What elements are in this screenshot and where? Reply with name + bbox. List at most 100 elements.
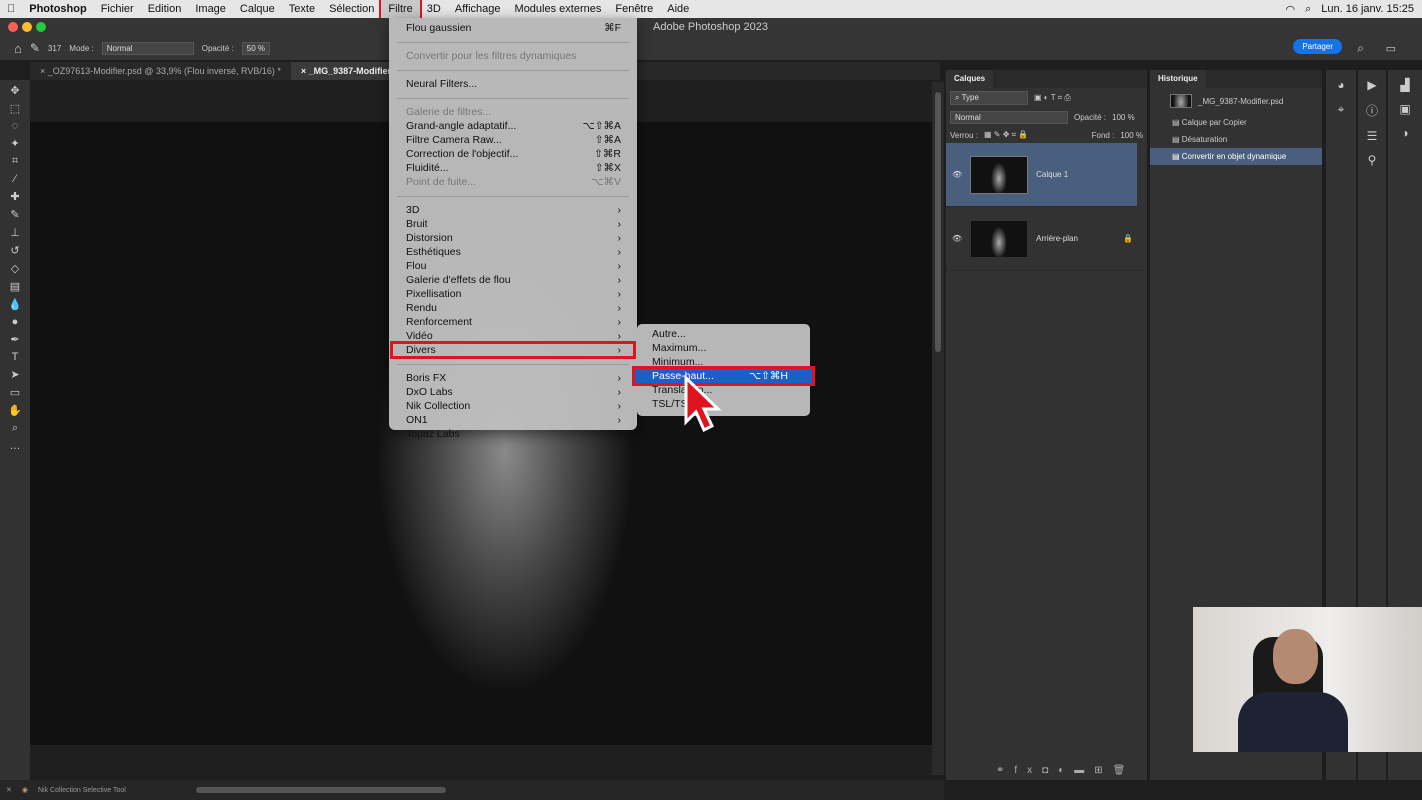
blur-tool-icon[interactable]: 💧 xyxy=(8,298,22,311)
path-select-tool-icon[interactable]: ➤ xyxy=(10,368,19,381)
gradient-tool-icon[interactable]: ▤ xyxy=(10,280,20,293)
layer-opacity[interactable]: 100 % xyxy=(1112,113,1135,122)
workspace-icon[interactable]: ▭ xyxy=(1386,42,1396,55)
menu-affichage[interactable]: Affichage xyxy=(448,0,508,18)
opacity-input[interactable]: 50 % xyxy=(241,41,270,55)
close-icon[interactable]: ✕ xyxy=(6,786,12,794)
submenu-item[interactable]: Autre... xyxy=(637,327,810,341)
dodge-tool-icon[interactable]: ● xyxy=(12,316,19,328)
wifi-icon[interactable]: ◠ xyxy=(1285,3,1295,16)
hand-tool-icon[interactable]: ✋ xyxy=(8,404,22,417)
filter-menu-item[interactable]: Galerie d'effets de flou › xyxy=(389,273,637,287)
filter-menu-item[interactable]: Esthétiques › xyxy=(389,245,637,259)
snapshot-name[interactable]: _MG_9387-Modifier.psd xyxy=(1198,97,1283,106)
layers-tab[interactable]: Calques xyxy=(946,70,994,88)
paths-icon[interactable]: ⌖ xyxy=(1338,102,1345,117)
history-step[interactable]: ▤ Désaturation xyxy=(1150,131,1322,148)
actions-play-icon[interactable]: ▶ xyxy=(1367,78,1376,92)
brush-size[interactable]: 317 xyxy=(48,44,61,53)
filter-menu-item[interactable]: Bruit › xyxy=(389,217,637,231)
histogram-icon[interactable]: ▟ xyxy=(1400,78,1409,92)
layer-row[interactable]: 👁 Arrière-plan 🔒 xyxy=(946,207,1147,271)
zoom-window-button[interactable] xyxy=(36,22,46,32)
menu-texte[interactable]: Texte xyxy=(282,0,322,18)
menu-s-lection[interactable]: Sélection xyxy=(322,0,381,18)
filter-menu-item[interactable]: Renforcement › xyxy=(389,315,637,329)
vertical-scrollbar[interactable] xyxy=(932,82,944,775)
eraser-tool-icon[interactable]: ◇ xyxy=(11,262,19,275)
zoom-tool-icon[interactable]: ⌕ xyxy=(12,422,18,435)
type-tool-icon[interactable]: T xyxy=(12,351,19,363)
properties-icon[interactable]: ⚲ xyxy=(1368,153,1377,167)
marquee-tool-icon[interactable]: ⬚ xyxy=(10,102,20,115)
tab-document-2[interactable]: × _MG_9387-Modifier xyxy=(290,62,402,80)
filter-menu-item[interactable]: Divers › xyxy=(390,341,636,359)
filter-menu-item[interactable]: Flou › xyxy=(389,259,637,273)
minimize-window-button[interactable] xyxy=(22,22,32,32)
info-icon[interactable]: ⓘ xyxy=(1366,102,1378,119)
clock[interactable]: Lun. 16 janv. 15:25 xyxy=(1321,3,1414,15)
close-window-button[interactable] xyxy=(8,22,18,32)
mode-select[interactable]: Normal xyxy=(101,41,194,55)
submenu-item[interactable]: Translation... xyxy=(637,383,810,397)
eye-icon[interactable]: 👁 xyxy=(952,234,962,243)
filter-menu-item[interactable]: Flou gaussien ⌘F xyxy=(389,21,637,35)
share-button[interactable]: Partager xyxy=(1293,39,1342,54)
horizontal-scrollbar[interactable] xyxy=(195,787,446,793)
submenu-item[interactable]: Passe-haut... ⌥⇧⌘H xyxy=(632,366,815,386)
layer-fill[interactable]: 100 % xyxy=(1120,131,1143,140)
filter-menu-item[interactable]: Rendu › xyxy=(389,301,637,315)
color-icon[interactable]: ◕ xyxy=(1337,78,1344,92)
menu-filtre[interactable]: Filtre xyxy=(379,0,422,20)
filter-menu-item[interactable]: ON1 › xyxy=(389,413,637,427)
brush-tool-icon[interactable]: ✎ xyxy=(10,208,19,221)
home-icon[interactable]: ⌂ xyxy=(14,41,22,56)
menu-modules-externes[interactable]: Modules externes xyxy=(508,0,609,18)
stamp-tool-icon[interactable]: ⊥ xyxy=(10,226,20,239)
filter-menu-item[interactable]: Distorsion › xyxy=(389,231,637,245)
apple-icon[interactable]:  xyxy=(0,0,22,18)
filter-menu-item[interactable]: Correction de l'objectif... ⇧⌘R xyxy=(389,147,637,161)
submenu-item[interactable]: Maximum... xyxy=(637,341,810,355)
crop-tool-icon[interactable]: ⌗ xyxy=(12,155,18,168)
brush-icon[interactable]: ✎ xyxy=(30,41,40,55)
menu-3d[interactable]: 3D xyxy=(420,0,448,18)
menu-app[interactable]: Photoshop xyxy=(22,0,93,18)
move-tool-icon[interactable]: ✥ xyxy=(10,84,19,97)
layer-row[interactable]: 👁 Calque 1 xyxy=(946,143,1137,207)
filter-icons[interactable]: ▣ ◐ T ⌗ ⎙ xyxy=(1034,93,1071,103)
menu-fichier[interactable]: Fichier xyxy=(94,0,141,18)
submenu-item[interactable]: Minimum... xyxy=(637,355,810,369)
filter-menu-item[interactable]: Nik Collection › xyxy=(389,399,637,413)
menu-aide[interactable]: Aide xyxy=(660,0,696,18)
filter-menu-item[interactable]: 3D › xyxy=(389,203,637,217)
filter-menu-item[interactable]: Fluidité... ⇧⌘X xyxy=(389,161,637,175)
filter-menu-item[interactable]: Pixellisation › xyxy=(389,287,637,301)
menu-fen-tre[interactable]: Fenêtre xyxy=(608,0,660,18)
filter-menu-item[interactable]: Grand-angle adaptatif... ⌥⇧⌘A xyxy=(389,119,637,133)
history-brush-tool-icon[interactable]: ↺ xyxy=(10,244,19,257)
filter-menu-item[interactable]: Neural Filters... xyxy=(389,77,637,91)
magic-wand-tool-icon[interactable]: ✦ xyxy=(10,137,19,150)
menu-edition[interactable]: Edition xyxy=(141,0,189,18)
adjust-icon[interactable]: ◑ xyxy=(1401,126,1408,140)
pen-tool-icon[interactable]: ✒ xyxy=(10,333,19,346)
search-icon[interactable]: ⌕ xyxy=(1305,3,1311,16)
layer-actions[interactable]: ⚭fx◘◐▬⊞🗑 xyxy=(996,765,1135,776)
lock-icons[interactable]: ▦ ✎ ✥ ⌗ 🔒 xyxy=(984,130,1028,140)
tab-document-1[interactable]: × _OZ97613-Modifier.psd @ 33,9% (Flou in… xyxy=(30,62,291,80)
more-tool-icon[interactable]: … xyxy=(10,440,21,452)
history-step[interactable]: ▤ Convertir en objet dynamique xyxy=(1150,148,1322,165)
layer-filter-select[interactable]: ⌕ Type xyxy=(950,91,1028,105)
filter-menu-item[interactable]: Boris FX › xyxy=(389,371,637,385)
filter-menu-item[interactable]: Filtre Camera Raw... ⇧⌘A xyxy=(389,133,637,147)
shape-tool-icon[interactable]: ▭ xyxy=(10,386,20,399)
search-icon[interactable]: ⌕ xyxy=(1357,41,1364,56)
menu-calque[interactable]: Calque xyxy=(233,0,282,18)
filter-menu-item[interactable]: Vidéo › xyxy=(389,329,637,343)
eyedropper-tool-icon[interactable]: ⁄ xyxy=(14,173,16,185)
menu-image[interactable]: Image xyxy=(188,0,233,18)
history-step[interactable]: ▤ Calque par Copier xyxy=(1150,114,1322,131)
eye-icon[interactable]: 👁 xyxy=(952,170,962,179)
lasso-tool-icon[interactable]: ◌ xyxy=(12,120,19,132)
